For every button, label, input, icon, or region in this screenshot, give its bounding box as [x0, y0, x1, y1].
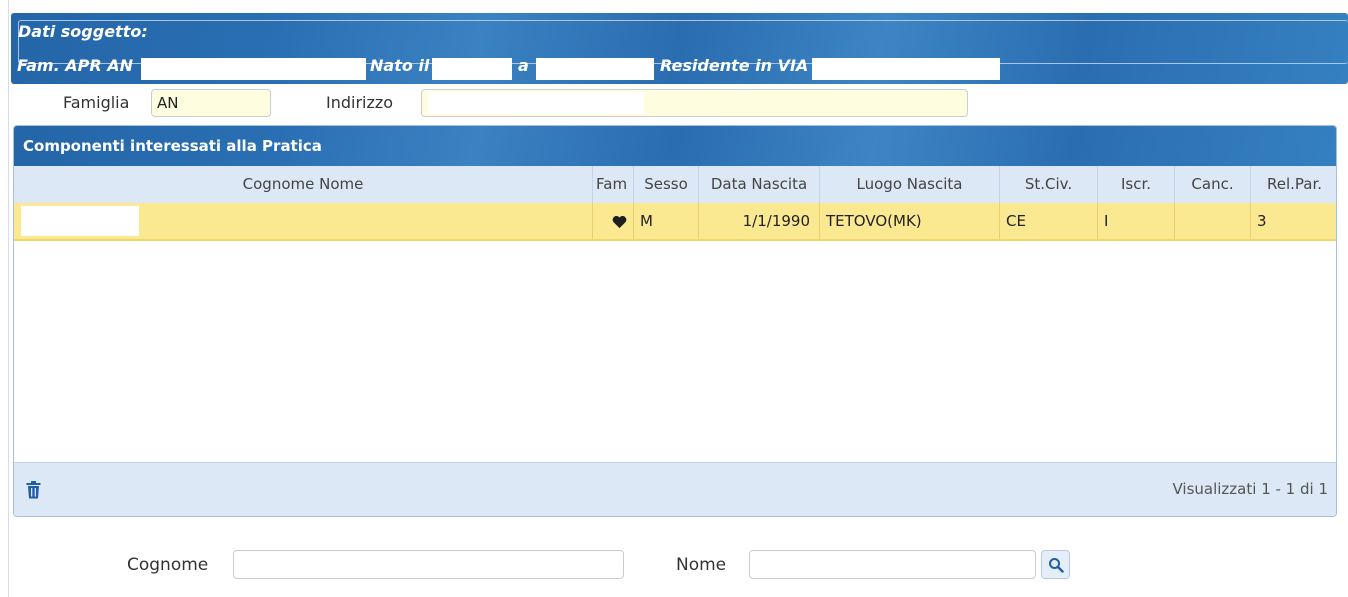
cell-data-nascita: 1/1/1990: [699, 203, 820, 239]
famiglia-label: Famiglia: [63, 93, 130, 112]
column-sesso[interactable]: Sesso: [634, 166, 699, 203]
birth-date-label: Nato il: [370, 56, 430, 75]
indirizzo-label: Indirizzo: [326, 93, 394, 112]
cell-fam: [593, 203, 634, 239]
nome-search-input[interactable]: [749, 550, 1036, 579]
column-rel-par[interactable]: Rel.Par.: [1251, 166, 1336, 203]
left-border: [8, 0, 9, 597]
search-button[interactable]: [1041, 550, 1070, 579]
table-footer: Visualizzati 1 - 1 di 1: [14, 462, 1336, 516]
table-header: Cognome Nome Fam Sesso Data Nascita Luog…: [14, 166, 1336, 204]
cell-canc: [1175, 203, 1251, 239]
redacted-birth-place: [536, 58, 654, 80]
redacted-name: [21, 206, 139, 236]
components-panel: Componenti interessati alla Pratica Cogn…: [13, 125, 1337, 517]
column-canc[interactable]: Canc.: [1175, 166, 1251, 203]
cell-st-civ: CE: [1000, 203, 1098, 239]
table-row[interactable]: M 1/1/1990 TETOVO(MK) CE I 3: [14, 203, 1336, 241]
pager-info: Visualizzati 1 - 1 di 1: [1172, 480, 1328, 498]
components-panel-title: Componenti interessati alla Pratica: [23, 137, 322, 155]
column-st-civ[interactable]: St.Civ.: [1000, 166, 1098, 203]
redacted-residence: [812, 58, 1000, 80]
family-label: Fam. APR AN: [17, 56, 133, 75]
nome-label: Nome: [676, 555, 727, 575]
column-fam[interactable]: Fam: [593, 166, 634, 203]
heart-icon: [612, 215, 627, 228]
search-icon: [1049, 558, 1064, 573]
redacted-birth-date: [432, 58, 512, 80]
column-luogo-nascita[interactable]: Luogo Nascita: [820, 166, 1000, 203]
subject-header-title: Dati soggetto:: [18, 22, 148, 41]
residence-label: Residente in VIA: [660, 56, 809, 75]
cell-luogo-nascita: TETOVO(MK): [820, 203, 1000, 239]
cell-rel-par: 3: [1257, 212, 1267, 230]
column-data-nascita[interactable]: Data Nascita: [699, 166, 820, 203]
column-iscr[interactable]: Iscr.: [1098, 166, 1175, 203]
birth-place-label: a: [518, 56, 529, 75]
column-cognome-nome[interactable]: Cognome Nome: [14, 166, 593, 203]
cell-sesso: M: [634, 203, 699, 239]
cell-iscr: I: [1098, 203, 1175, 239]
redacted-address: [428, 92, 644, 114]
trash-icon[interactable]: [26, 481, 41, 499]
famiglia-field[interactable]: [151, 89, 271, 117]
cognome-search-input[interactable]: [233, 550, 624, 579]
cognome-label: Cognome: [127, 555, 209, 575]
components-panel-header: Componenti interessati alla Pratica: [14, 126, 1336, 166]
redacted-family-name: [141, 58, 366, 80]
